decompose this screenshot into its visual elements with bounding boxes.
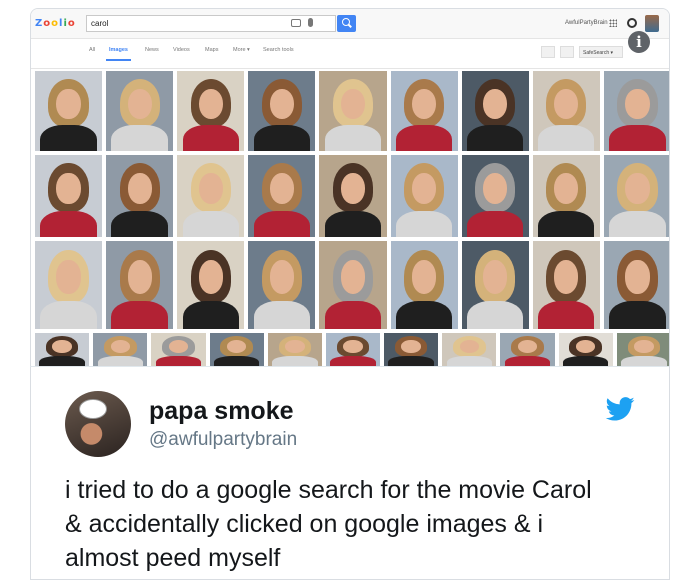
camera-icon[interactable] (291, 19, 301, 27)
twitter-bird-icon[interactable] (605, 397, 635, 421)
google-logo[interactable]: Zoolio (35, 18, 76, 29)
image-result-thumbnail[interactable] (532, 71, 600, 151)
image-result-thumbnail[interactable] (384, 333, 439, 366)
image-result-thumbnail[interactable] (177, 241, 245, 329)
image-result-thumbnail[interactable] (248, 71, 316, 151)
mic-icon[interactable] (308, 18, 313, 27)
image-result-thumbnail[interactable] (390, 241, 458, 329)
tab-more[interactable]: More ▾ (233, 47, 250, 53)
user-handle[interactable]: @awfulpartybrain (149, 429, 297, 451)
image-result-thumbnail[interactable] (532, 155, 600, 237)
image-result-thumbnail[interactable] (616, 333, 669, 366)
image-result-thumbnail[interactable] (209, 333, 264, 366)
image-result-thumbnail[interactable] (603, 155, 669, 237)
image-result-thumbnail[interactable] (248, 241, 316, 329)
image-result-thumbnail[interactable] (93, 333, 148, 366)
search-query: carol (91, 19, 109, 28)
account-avatar[interactable] (645, 15, 659, 32)
tab-search-tools[interactable]: Search tools (263, 47, 294, 53)
settings-icon[interactable] (560, 46, 574, 58)
image-result-thumbnail[interactable] (177, 71, 245, 151)
image-result-thumbnail[interactable] (248, 155, 316, 237)
personal-results-icon[interactable] (541, 46, 555, 58)
image-result-thumbnail[interactable] (151, 333, 206, 366)
tweet-text-line: almost peed myself (65, 544, 281, 572)
image-result-thumbnail[interactable] (325, 333, 381, 366)
display-name[interactable]: papa smoke (149, 397, 294, 426)
safesearch-button[interactable]: SafeSearch ▾ (579, 46, 623, 58)
image-results-grid (31, 71, 669, 366)
image-result-thumbnail[interactable] (177, 155, 245, 237)
image-result-thumbnail[interactable] (442, 333, 497, 366)
tweet-text-line: & accidentally clicked on google images … (65, 510, 544, 538)
google-header: Zoolio carol AwfulPartyBrain (31, 9, 669, 39)
search-button[interactable] (337, 15, 356, 32)
tab-maps[interactable]: Maps (205, 47, 218, 53)
image-result-thumbnail[interactable] (35, 71, 103, 151)
image-result-thumbnail[interactable] (35, 241, 103, 329)
image-result-thumbnail[interactable] (319, 241, 387, 329)
image-result-thumbnail[interactable] (267, 333, 322, 366)
info-icon[interactable]: i (628, 31, 650, 53)
image-result-thumbnail[interactable] (106, 71, 174, 151)
image-result-thumbnail[interactable] (390, 71, 458, 151)
search-input[interactable]: carol (86, 15, 336, 32)
google-images-screenshot: Zoolio carol AwfulPartyBrain All Images … (30, 8, 670, 366)
tab-videos[interactable]: Videos (173, 47, 190, 53)
image-result-thumbnail[interactable] (532, 241, 600, 329)
account-name[interactable]: AwfulPartyBrain (565, 20, 608, 26)
tab-images[interactable]: Images (106, 47, 131, 61)
image-result-thumbnail[interactable] (390, 155, 458, 237)
image-result-thumbnail[interactable] (603, 241, 669, 329)
image-result-thumbnail[interactable] (319, 71, 387, 151)
tweet-text-line: i tried to do a google search for the mo… (65, 476, 592, 504)
notifications-icon[interactable] (627, 18, 637, 28)
image-result-thumbnail[interactable] (319, 155, 387, 237)
tab-all[interactable]: All (89, 47, 95, 53)
tab-news[interactable]: News (145, 47, 159, 53)
image-result-thumbnail[interactable] (106, 155, 174, 237)
image-result-thumbnail[interactable] (500, 333, 555, 366)
image-result-thumbnail[interactable] (461, 155, 529, 237)
apps-grid-icon[interactable] (609, 19, 617, 27)
image-result-thumbnail[interactable] (106, 241, 174, 329)
image-result-thumbnail[interactable] (461, 71, 529, 151)
image-result-thumbnail[interactable] (603, 71, 669, 151)
image-result-thumbnail[interactable] (35, 333, 90, 366)
search-tabs: All Images News Videos Maps More ▾ Searc… (31, 39, 669, 69)
avatar[interactable] (65, 391, 131, 457)
image-result-thumbnail[interactable] (558, 333, 613, 366)
tweet-card: papa smoke @awfulpartybrain i tried to d… (30, 366, 670, 580)
avatar-speech-bubble (79, 399, 107, 419)
tweet-text: i tried to do a google search for the mo… (65, 473, 655, 575)
image-result-thumbnail[interactable] (461, 241, 529, 329)
image-result-thumbnail[interactable] (35, 155, 103, 237)
